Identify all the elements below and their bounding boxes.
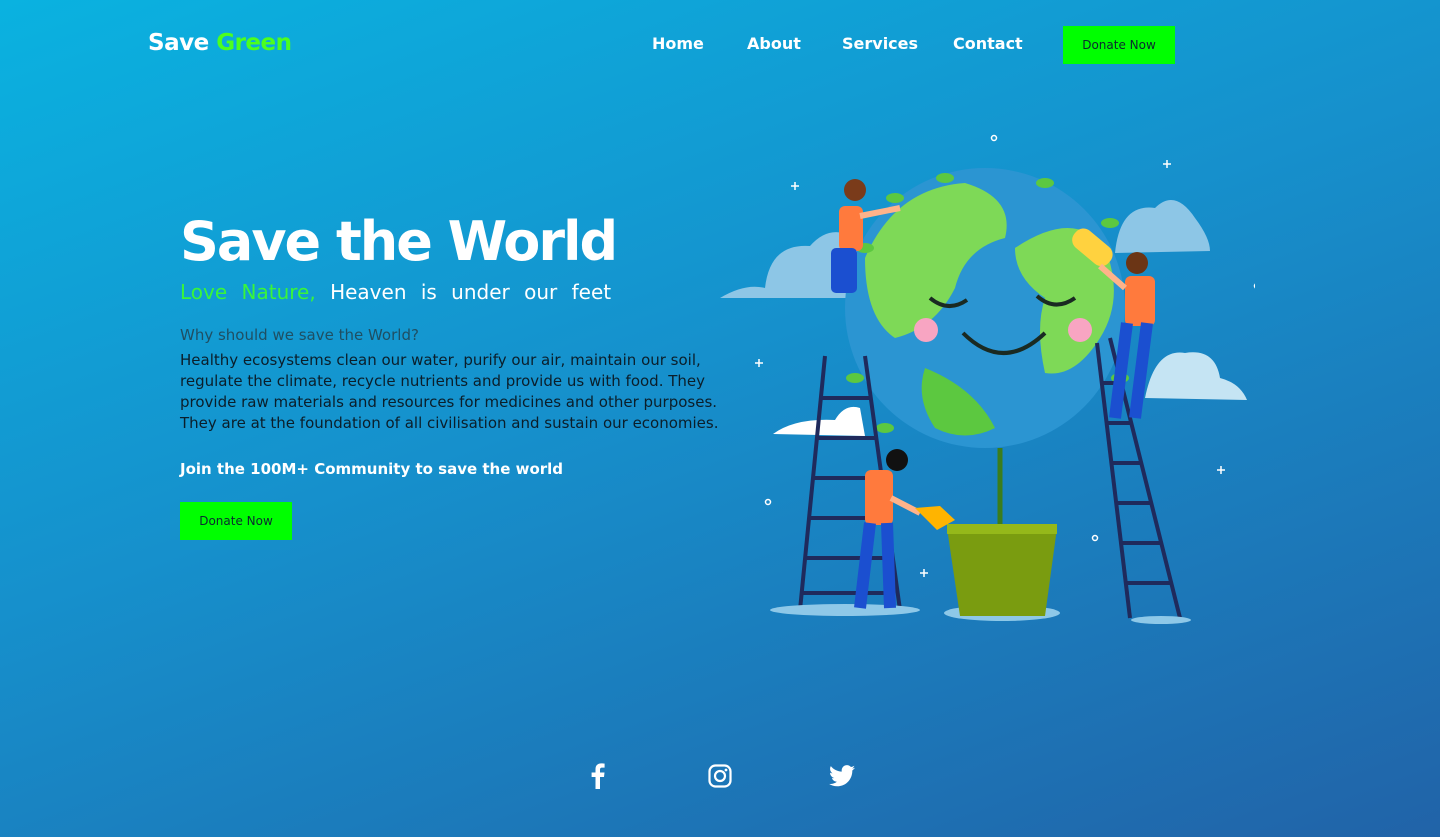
hero-tagline: Love Nature, Heaven is under our feet xyxy=(180,280,611,304)
hero-join-text: Join the 100M+ Community to save the wor… xyxy=(180,460,564,478)
instagram-icon-glyph xyxy=(708,764,732,788)
facebook-icon-glyph xyxy=(591,763,605,789)
tagline-white: Heaven is under our feet xyxy=(330,280,612,304)
instagram-icon[interactable] xyxy=(704,760,736,792)
twitter-icon[interactable] xyxy=(826,760,858,792)
hero-donate-button[interactable]: Donate Now xyxy=(180,502,292,540)
plant-pot xyxy=(944,448,1060,621)
hero-paragraph: Healthy ecosystems clean our water, puri… xyxy=(180,351,719,432)
twitter-icon-glyph xyxy=(829,765,855,787)
facebook-icon[interactable] xyxy=(582,760,614,792)
nav-services[interactable]: Services xyxy=(842,34,922,53)
tagline-green: Love Nature, xyxy=(180,280,316,304)
brand-logo[interactable]: Save Green xyxy=(148,30,292,56)
nav-home[interactable]: Home xyxy=(652,34,712,53)
nav-about[interactable]: About xyxy=(747,34,807,53)
nav-contact[interactable]: Contact xyxy=(953,34,1023,53)
earth-care-illustration xyxy=(720,134,1255,624)
person-man-watering xyxy=(854,449,955,609)
hero-question: Why should we save the World? xyxy=(180,326,419,344)
hero-title: Save the World xyxy=(180,210,618,273)
nav-donate-button[interactable]: Donate Now xyxy=(1063,26,1175,64)
brand-word-save: Save xyxy=(148,30,209,56)
brand-word-green: Green xyxy=(216,30,292,56)
